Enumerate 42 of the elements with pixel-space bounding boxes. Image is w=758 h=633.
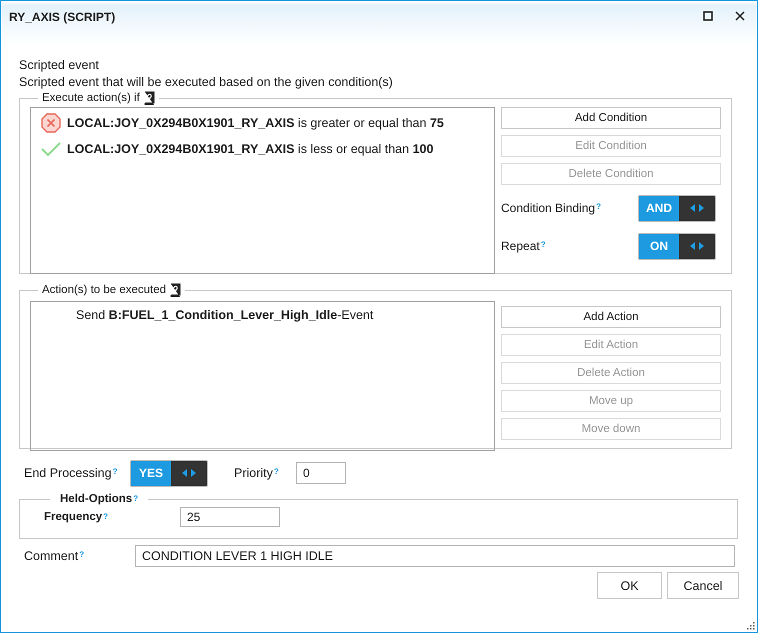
group-legend: Held-Options <box>60 493 132 505</box>
comment-field[interactable]: CONDITION LEVER 1 HIGH IDLE <box>135 545 735 567</box>
condition-text[interactable]: LOCAL:JOY_0X294B0X1901_RY_AXIS is less or equal than 100 <box>67 142 434 156</box>
group-legend: Action(s) to be executed <box>42 284 166 296</box>
event-title: Scripted event <box>19 57 100 74</box>
end-processing-label: End Processing <box>24 466 112 480</box>
frequency-label: Frequency <box>44 511 102 523</box>
dialog-button[interactable]: Cancel <box>667 572 739 599</box>
event-description: Scripted event that will be executed based on the given condition(s) <box>19 74 394 91</box>
condition-button[interactable]: Add Condition <box>501 107 721 129</box>
help-mark[interactable]: ? <box>540 240 546 249</box>
toggle-switch[interactable]: AND <box>638 194 716 222</box>
help-mark[interactable]: ? <box>79 550 84 559</box>
action-text[interactable]: Send B:FUEL_1_Condition_Lever_High_Idle-Event <box>76 308 374 322</box>
dialog-button[interactable]: OK <box>597 572 662 599</box>
arrows-icon <box>182 469 196 477</box>
help-mark[interactable]: ? <box>103 512 108 521</box>
help-mark[interactable]: ? <box>596 202 601 211</box>
resize-grip-icon[interactable] <box>746 621 755 630</box>
priority-label: Priority <box>234 466 273 480</box>
condition-text[interactable]: LOCAL:JOY_0X294B0X1901_RY_AXIS is greater or equal than 75 <box>67 116 444 130</box>
toggle-switch[interactable]: YES <box>130 460 208 486</box>
help-mark[interactable]: ? <box>274 467 279 476</box>
toggle-label: Condition Binding <box>501 201 596 215</box>
toggle-switch[interactable]: ON <box>638 232 716 260</box>
action-button[interactable]: Add Action <box>501 306 721 328</box>
checkmark-icon <box>41 141 61 157</box>
help-book-icon[interactable] <box>169 283 182 297</box>
arrows-icon <box>690 204 704 212</box>
help-book-icon[interactable] <box>142 91 155 105</box>
error-icon <box>41 113 61 133</box>
comment-label: Comment <box>24 549 78 563</box>
close-icon[interactable] <box>735 11 745 21</box>
maximize-icon[interactable] <box>703 11 713 21</box>
frequency-field[interactable]: 25 <box>180 507 280 527</box>
group-legend: Execute action(s) if <box>42 92 140 104</box>
window-title: RY_AXIS (SCRIPT) <box>9 10 116 24</box>
priority-field[interactable]: 0 <box>296 462 346 484</box>
arrows-icon <box>690 242 704 250</box>
help-mark[interactable]: ? <box>112 467 118 476</box>
help-mark[interactable]: ? <box>133 494 138 503</box>
toggle-label: Repeat <box>501 239 540 253</box>
